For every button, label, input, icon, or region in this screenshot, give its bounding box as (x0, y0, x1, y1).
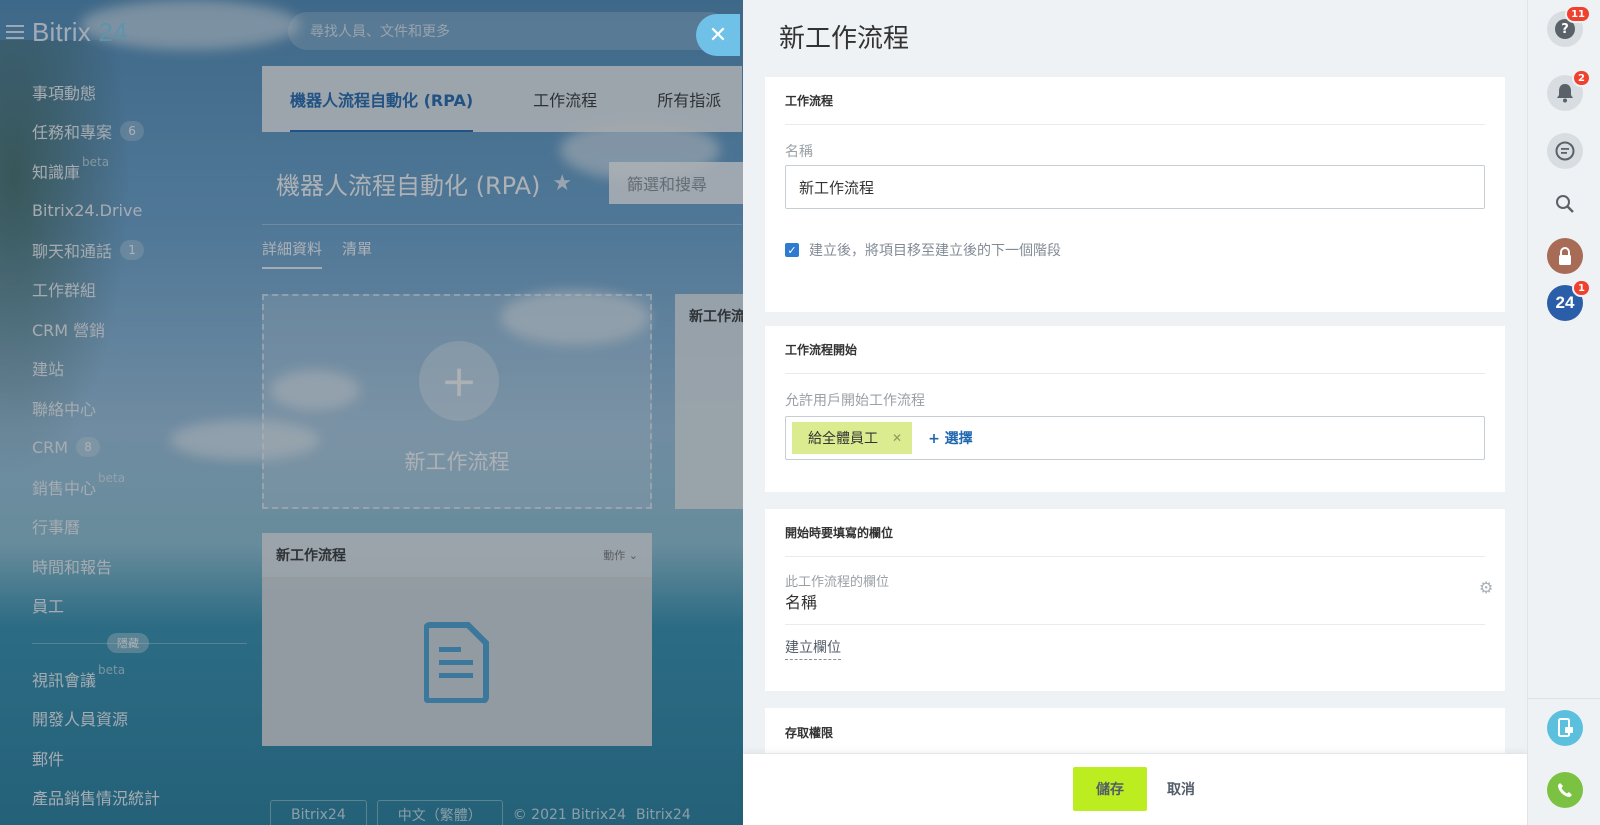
field-name-value: 名稱 (785, 593, 818, 612)
save-button[interactable]: 儲存 (1073, 767, 1147, 811)
help-button[interactable]: ? 11 (1547, 5, 1591, 47)
create-field-link[interactable]: 建立欄位 (785, 637, 841, 660)
panel-title: 新工作流程 (779, 24, 910, 54)
new-workflow-panel: 新工作流程 工作流程 名稱 新工作流程 ✓ 建立後，將項目移至建立後的下一個階段… (743, 0, 1527, 825)
section-heading: 工作流程 (785, 77, 1485, 125)
remove-tag-icon[interactable]: ✕ (892, 431, 902, 445)
notifications-button[interactable]: 2 (1547, 69, 1591, 111)
chat-button[interactable] (1547, 133, 1583, 169)
add-users-link[interactable]: + 選擇 (928, 428, 973, 448)
allowed-users-field[interactable]: 給全體員工 ✕ + 選擇 (785, 416, 1485, 460)
close-panel-button[interactable]: ✕ (696, 14, 740, 56)
lock-button[interactable] (1547, 238, 1583, 274)
lock-icon (1559, 247, 1571, 265)
divider (785, 624, 1485, 625)
bell-icon (1557, 84, 1573, 103)
gear-icon[interactable]: ⚙ (1479, 578, 1493, 597)
right-rail: ? 11 2 24 1 (1527, 0, 1600, 825)
section-heading: 工作流程開始 (785, 326, 1485, 374)
user-tag-label: 給全體員工 (808, 431, 878, 447)
search-icon (1556, 195, 1574, 213)
notifications-badge: 2 (1572, 69, 1591, 87)
mobile-app-button[interactable] (1547, 710, 1583, 746)
dim-overlay[interactable] (0, 0, 745, 825)
move-stage-row: ✓ 建立後，將項目移至建立後的下一個階段 (785, 240, 1061, 260)
bitrix24-icon: 24 (1555, 293, 1575, 312)
panel-footer: 儲存 取消 (743, 753, 1527, 825)
section-start-fields: 開始時要填寫的欄位 此工作流程的欄位 名稱 ⚙ 建立欄位 (765, 509, 1505, 691)
phone-icon (1558, 783, 1572, 797)
divider (1528, 698, 1600, 699)
bitrix24-button[interactable]: 24 1 (1547, 279, 1591, 321)
section-heading: 存取權限 (785, 725, 834, 740)
close-icon: ✕ (708, 22, 728, 48)
search-button[interactable] (1547, 186, 1583, 222)
section-workflow: 工作流程 名稱 新工作流程 ✓ 建立後，將項目移至建立後的下一個階段 (765, 77, 1505, 312)
allowed-users-label: 允許用戶開始工作流程 (785, 393, 925, 409)
name-field[interactable]: 新工作流程 (785, 165, 1485, 209)
cancel-button[interactable]: 取消 (1167, 767, 1195, 811)
move-stage-checkbox[interactable]: ✓ (785, 243, 799, 257)
chat-icon (1555, 141, 1575, 161)
help-badge: 11 (1565, 5, 1591, 23)
name-label: 名稱 (785, 144, 813, 160)
user-tag: 給全體員工 ✕ (792, 422, 913, 454)
section-heading: 開始時要填寫的欄位 (785, 509, 1485, 557)
mobile-icon (1558, 718, 1573, 737)
fields-label: 此工作流程的欄位 (785, 575, 890, 590)
move-stage-label: 建立後，將項目移至建立後的下一個階段 (809, 243, 1061, 259)
phone-button[interactable] (1547, 772, 1583, 808)
section-workflow-start: 工作流程開始 允許用戶開始工作流程 給全體員工 ✕ + 選擇 (765, 326, 1505, 492)
bitrix24-badge: 1 (1572, 279, 1591, 297)
